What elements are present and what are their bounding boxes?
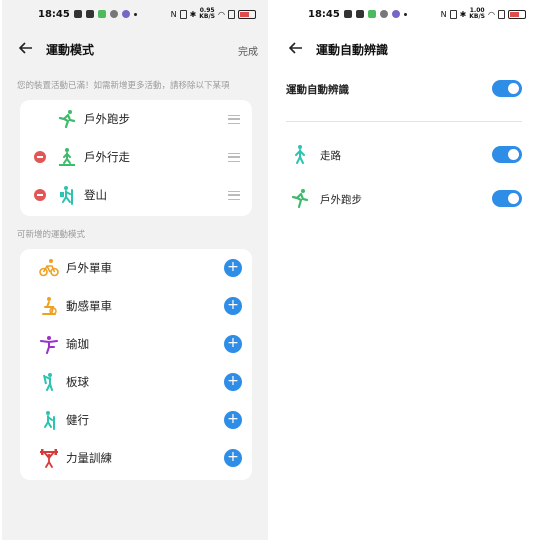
app-notification-icon [98,10,106,18]
mode-label: 健行 [66,413,89,427]
notification-icon [344,10,352,18]
back-arrow-icon[interactable] [288,40,304,56]
walking-icon [290,144,310,164]
page-title: 運動模式 [46,43,95,57]
mode-label: 板球 [66,375,89,389]
nfc-icon: N [170,9,177,19]
location-icon [110,10,118,18]
cricket-icon [39,372,59,392]
sim-icon [228,9,235,19]
cycling-icon [39,258,59,278]
item-label: 走路 [320,150,341,162]
drag-handle-icon[interactable] [228,152,240,162]
sim-icon [498,9,505,19]
mode-label: 力量訓練 [66,451,112,465]
drag-handle-icon[interactable] [228,190,240,200]
section-title-addable: 可新增的運動模式 [17,230,86,240]
item-label: 戶外跑步 [320,194,362,206]
list-item[interactable]: 瑜珈 + [20,325,252,363]
list-item[interactable]: 戶外行走 [20,138,252,176]
trekking-icon [39,410,59,430]
done-button[interactable]: 完成 [238,43,258,58]
battery-icon [238,9,256,19]
add-icon[interactable]: + [224,297,242,315]
drag-handle-icon[interactable] [228,114,240,124]
list-item[interactable]: 戶外跑步 [20,100,252,138]
remove-icon[interactable] [34,189,46,201]
list-item[interactable]: 板球 + [20,363,252,401]
yoga-icon [39,334,59,354]
mode-label: 戶外單車 [66,261,112,275]
status-time: 18:45 [308,9,340,20]
add-icon[interactable]: + [224,373,242,391]
auto-recognition-master-row: 運動自動辨識 [272,74,538,104]
current-modes-card: 戶外跑步 戶外行走 登山 [20,100,252,216]
auto-recognition-screen: 18:45 N ✱ 1.00 KB/S ◠ 運動自動辨識 運動自動辨識 走路 戶… [272,0,538,540]
add-icon[interactable]: + [224,335,242,353]
chat-icon [356,10,364,18]
mode-label: 瑜珈 [66,337,89,351]
running-icon [290,188,310,209]
net-speed: 1.00 KB/S [469,7,486,20]
list-item: 戶外跑步 [272,184,538,214]
list-item[interactable]: 戶外單車 + [20,249,252,287]
mode-label: 動感單車 [66,299,112,313]
app-icon [392,10,400,18]
chat-icon [86,10,94,18]
battery-icon [508,9,526,19]
wifi-icon: ◠ [488,9,495,19]
header: 運動模式 完成 [2,38,268,60]
sport-modes-screen: 18:45 N ✱ 0.95 KB/S ◠ 運動模式 完成 您的裝置活動已滿！如需… [2,0,268,540]
app-notification-icon [368,10,376,18]
add-icon[interactable]: + [224,449,242,467]
mode-label: 戶外跑步 [84,112,130,126]
running-icon [57,109,77,129]
hiking-icon [57,185,77,205]
header: 運動自動辨識 [272,38,538,60]
capacity-hint: 您的裝置活動已滿！如需新增更多活動，請移除以下某項 [17,81,230,91]
vibrate-icon [449,9,457,19]
list-item[interactable]: 力量訓練 + [20,439,252,477]
list-item[interactable]: 動感單車 + [20,287,252,325]
net-speed: 0.95 KB/S [199,7,216,20]
page-title: 運動自動辨識 [316,43,389,57]
status-bar: 18:45 N ✱ 1.00 KB/S ◠ [272,0,538,28]
auto-recognition-toggle[interactable] [492,80,522,97]
app-icon [122,10,130,18]
bluetooth-icon: ✱ [189,9,197,19]
list-item: 走路 [272,140,538,170]
wifi-icon: ◠ [218,9,225,19]
remove-icon[interactable] [34,151,46,163]
status-time: 18:45 [38,9,70,20]
mode-label: 登山 [84,188,107,202]
walking-icon [57,147,77,167]
bluetooth-icon: ✱ [459,9,467,19]
vibrate-icon [179,9,187,19]
walking-toggle[interactable] [492,146,522,163]
notification-icon [74,10,82,18]
spin-bike-icon [39,296,59,316]
list-item[interactable]: 健行 + [20,401,252,439]
nfc-icon: N [440,9,447,19]
more-dot-icon [134,12,137,16]
location-icon [380,10,388,18]
mode-label: 戶外行走 [84,150,130,164]
add-icon[interactable]: + [224,411,242,429]
more-dot-icon [404,12,407,16]
list-item[interactable]: 登山 [20,176,252,214]
divider [286,121,522,122]
master-label: 運動自動辨識 [286,84,349,96]
back-arrow-icon[interactable] [18,40,34,56]
weightlifting-icon [39,448,59,468]
status-bar: 18:45 N ✱ 0.95 KB/S ◠ [2,0,268,28]
addable-modes-card: 戶外單車 + 動感單車 + 瑜珈 + 板球 + 健行 + 力量訓練 + [20,249,252,480]
add-icon[interactable]: + [224,259,242,277]
outdoor-running-toggle[interactable] [492,190,522,207]
